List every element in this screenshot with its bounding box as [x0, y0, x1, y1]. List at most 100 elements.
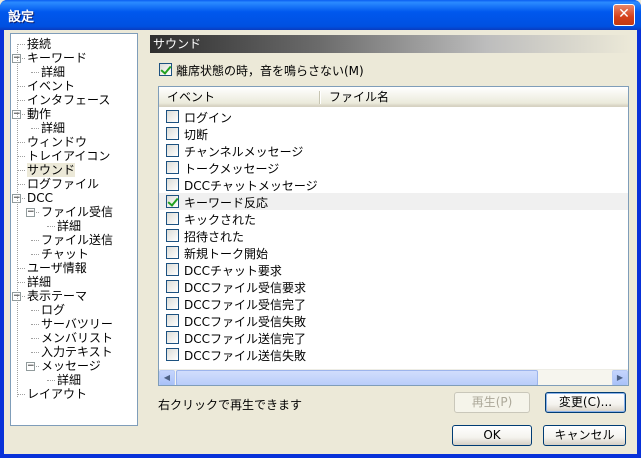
tree-item[interactable]: 詳細: [41, 65, 65, 79]
column-header-filename[interactable]: ファイル名: [323, 87, 389, 107]
change-button[interactable]: 変更(C)...: [545, 392, 626, 413]
list-item[interactable]: キーワード反応: [159, 193, 628, 210]
tree-item[interactable]: レイアウト: [27, 387, 87, 401]
list-item[interactable]: キックされた: [159, 210, 628, 227]
tree-connector: [47, 226, 55, 227]
list-item[interactable]: 切断: [159, 125, 628, 142]
tree-item-label: レイアウト: [27, 387, 88, 401]
tree-connector: [31, 324, 39, 325]
tree-item[interactable]: 詳細: [41, 121, 65, 135]
horizontal-scrollbar[interactable]: ◀ ▶: [159, 369, 628, 385]
list-item[interactable]: DCCファイル受信完了: [159, 295, 628, 312]
list-item[interactable]: 新規トーク開始: [159, 244, 628, 261]
list-item[interactable]: DCCチャットメッセージ: [159, 176, 628, 193]
tree-item[interactable]: DCC: [27, 191, 53, 205]
mute-when-away-checkbox[interactable]: [159, 63, 172, 76]
event-checkbox[interactable]: [166, 331, 179, 344]
tree-connector: [31, 240, 39, 241]
tree-collapse-icon[interactable]: −: [26, 208, 35, 217]
event-checkbox[interactable]: [166, 127, 179, 140]
settings-tree[interactable]: 接続 − キーワード 詳細 イベント インタフェース − 動作 詳細 ウィンドウ トレイアイコン サウ…: [10, 33, 138, 426]
list-item[interactable]: DCCチャット要求: [159, 261, 628, 278]
event-checkbox[interactable]: [166, 297, 179, 310]
tree-item[interactable]: トレイアイコン: [27, 149, 110, 163]
list-item[interactable]: チャンネルメッセージ: [159, 142, 628, 159]
event-checkbox[interactable]: [166, 161, 179, 174]
event-checkbox[interactable]: [166, 263, 179, 276]
close-button[interactable]: ✕: [613, 4, 635, 26]
tree-item[interactable]: メンバリスト: [41, 331, 113, 345]
tree-item[interactable]: ログファイル: [27, 177, 99, 191]
scroll-left-button[interactable]: ◀: [159, 370, 175, 385]
tree-item[interactable]: 詳細: [57, 373, 81, 387]
tree-item[interactable]: イベント: [27, 79, 75, 93]
tree-collapse-icon[interactable]: −: [26, 362, 35, 371]
tree-item[interactable]: 詳細: [27, 275, 51, 289]
event-checkbox[interactable]: [166, 144, 179, 157]
scrollbar-thumb[interactable]: [176, 370, 538, 385]
scroll-right-button[interactable]: ▶: [612, 370, 628, 385]
event-checkbox[interactable]: [166, 195, 179, 208]
tree-item[interactable]: 表示テーマ: [27, 289, 87, 303]
event-checkbox[interactable]: [166, 314, 179, 327]
tree-item[interactable]: 詳細: [57, 219, 81, 233]
tree-item[interactable]: チャット: [41, 247, 89, 261]
event-checkbox[interactable]: [166, 280, 179, 293]
event-checkbox[interactable]: [166, 348, 179, 361]
tree-connector: [17, 170, 25, 171]
tree-item[interactable]: ファイル送信: [41, 233, 113, 247]
hint-text: 右クリックで再生できます: [158, 398, 303, 412]
tree-item-label: ウィンドウ: [27, 135, 88, 149]
tree-item[interactable]: 入力テキスト: [41, 345, 113, 359]
tree-connector: [31, 72, 39, 73]
title-bar[interactable]: 設定 ✕: [0, 0, 641, 30]
tree-connector: [17, 184, 25, 185]
tree-item[interactable]: インタフェース: [27, 93, 110, 107]
tree-item[interactable]: キーワード: [27, 51, 87, 65]
event-label: DCCファイル受信完了: [184, 298, 306, 312]
tree-item[interactable]: サウンド: [27, 163, 76, 177]
section-header: サウンド: [150, 35, 632, 53]
tree-item[interactable]: ユーザ情報: [27, 261, 87, 275]
event-label: DCCファイル受信要求: [184, 281, 306, 295]
tree-item[interactable]: 接続: [27, 37, 51, 51]
ok-button[interactable]: OK: [452, 425, 532, 446]
event-label: ログイン: [184, 111, 233, 125]
list-item[interactable]: DCCファイル送信完了: [159, 329, 628, 346]
list-item[interactable]: DCCファイル送信失敗: [159, 346, 628, 363]
sound-event-list[interactable]: イベント ファイル名 ログイン 切断 チャンネルメッセージ トークメッセージ DCCチャ…: [158, 86, 629, 386]
column-separator[interactable]: [319, 91, 321, 104]
tree-item[interactable]: ファイル受信: [41, 205, 113, 219]
tree-item-label: ログ: [41, 303, 66, 317]
event-checkbox[interactable]: [166, 246, 179, 259]
tree-item-label: ログファイル: [27, 177, 100, 191]
tree-item-label: 詳細: [41, 65, 66, 79]
tree-guide-line: [17, 44, 18, 397]
tree-item[interactable]: ウィンドウ: [27, 135, 87, 149]
event-checkbox[interactable]: [166, 178, 179, 191]
list-item[interactable]: DCCファイル受信失敗: [159, 312, 628, 329]
cancel-button[interactable]: キャンセル: [543, 425, 626, 446]
tree-item-label: 動作: [27, 107, 52, 121]
play-button[interactable]: 再生(P): [454, 392, 530, 413]
tree-item-label: インタフェース: [27, 93, 111, 107]
tree-item-label: 詳細: [27, 275, 52, 289]
mute-when-away-label[interactable]: 離席状態の時，音を鳴らさない(M): [176, 62, 364, 79]
tree-connector: [17, 142, 25, 143]
event-checkbox[interactable]: [166, 110, 179, 123]
event-label: DCCファイル送信完了: [184, 332, 306, 346]
list-item[interactable]: ログイン: [159, 108, 628, 125]
column-header-event[interactable]: イベント: [161, 87, 215, 107]
event-label: DCCチャット要求: [184, 264, 282, 278]
list-item[interactable]: DCCファイル受信要求: [159, 278, 628, 295]
list-item[interactable]: トークメッセージ: [159, 159, 628, 176]
tree-item[interactable]: メッセージ: [41, 359, 101, 373]
tree-item[interactable]: ログ: [41, 303, 65, 317]
tree-item[interactable]: 動作: [27, 107, 51, 121]
tree-item-label: 表示テーマ: [27, 289, 88, 303]
list-item[interactable]: 招待された: [159, 227, 628, 244]
event-checkbox[interactable]: [166, 229, 179, 242]
event-checkbox[interactable]: [166, 212, 179, 225]
event-label: 切断: [184, 128, 209, 142]
tree-item[interactable]: サーバツリー: [41, 317, 113, 331]
